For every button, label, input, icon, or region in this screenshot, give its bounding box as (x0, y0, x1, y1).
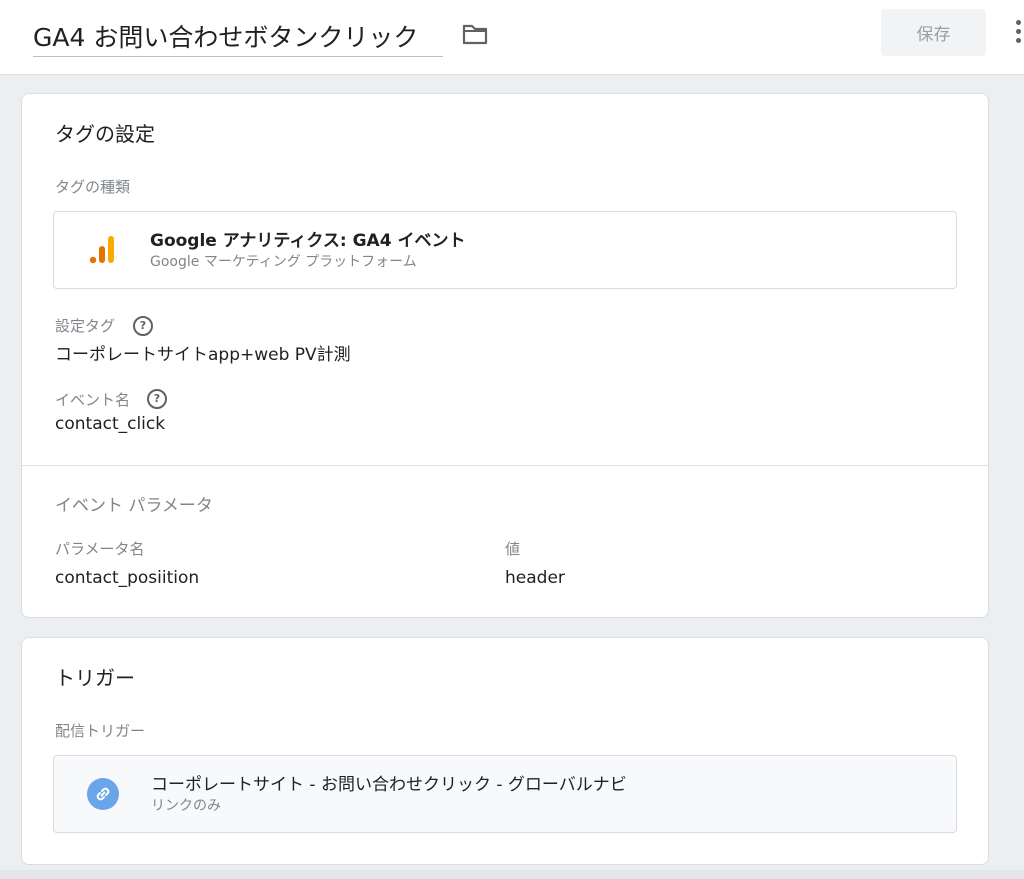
help-icon[interactable]: ? (147, 389, 167, 409)
tag-settings-card[interactable]: タグの設定 タグの種類 Google アナリティクス: GA4 イベント Goo… (21, 93, 989, 618)
google-analytics-icon (89, 236, 114, 264)
save-button[interactable]: 保存 (881, 9, 986, 56)
tag-type-platform: Google マーケティング プラットフォーム (150, 254, 417, 270)
bottom-strip (0, 870, 1024, 879)
param-name-header: パラメータ名 (55, 540, 145, 558)
config-tag-value: コーポレートサイトapp+web PV計測 (55, 345, 351, 365)
trigger-name: コーポレートサイト - お問い合わせクリック - グローバルナビ (151, 775, 627, 795)
trigger-card[interactable]: トリガー 配信トリガー コーポレートサイト - お問い合わせクリック - グロー… (21, 637, 989, 865)
event-name-value: contact_click (55, 414, 166, 434)
trigger-title: トリガー (55, 666, 135, 690)
param-name-cell: contact_posiition (55, 568, 200, 588)
top-bar: GA4 お問い合わせボタンクリック 保存 (0, 0, 1024, 75)
tag-type-selector[interactable]: Google アナリティクス: GA4 イベント Google マーケティング … (53, 211, 957, 289)
divider (22, 465, 988, 466)
tag-type-label: タグの種類 (55, 178, 131, 196)
tag-name-input[interactable]: GA4 お問い合わせボタンクリック (33, 14, 443, 57)
config-tag-label: 設定タグ (55, 317, 116, 335)
firing-trigger-item[interactable]: コーポレートサイト - お問い合わせクリック - グローバルナビ リンクのみ (53, 755, 957, 833)
event-name-label: イベント名 (55, 391, 131, 409)
help-icon[interactable]: ? (133, 316, 153, 336)
firing-trigger-label: 配信トリガー (55, 722, 146, 740)
trigger-type: リンクのみ (151, 798, 221, 814)
link-icon (87, 778, 119, 810)
folder-icon[interactable] (461, 21, 489, 47)
tag-name-text: GA4 お問い合わせボタンクリック (33, 23, 419, 52)
tag-settings-title: タグの設定 (55, 122, 155, 146)
tag-type-name: Google アナリティクス: GA4 イベント (150, 231, 466, 251)
param-value-cell: header (505, 568, 565, 588)
more-vert-icon[interactable] (1014, 20, 1024, 48)
event-params-title: イベント パラメータ (55, 496, 213, 516)
param-value-header: 値 (505, 540, 521, 558)
